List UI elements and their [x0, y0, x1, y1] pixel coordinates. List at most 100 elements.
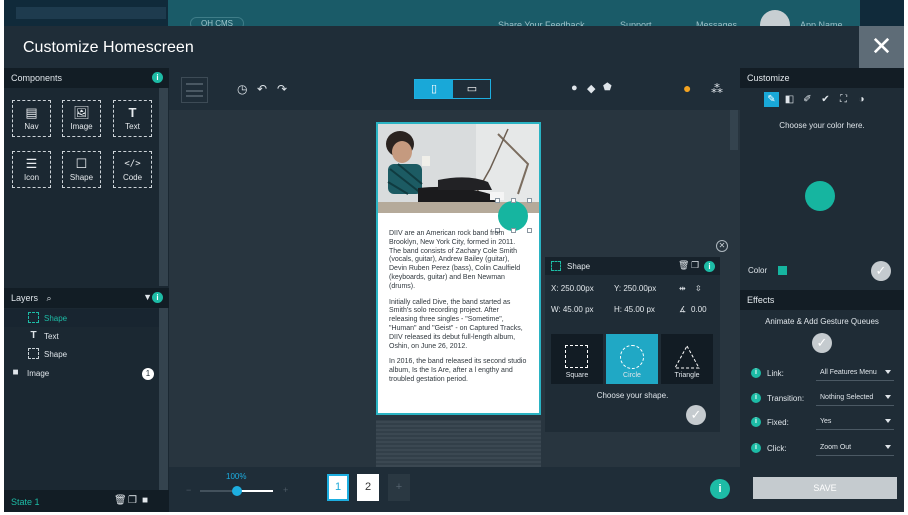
click-value: Zoom Out [820, 444, 852, 451]
components-title: Components [11, 73, 63, 83]
undo-icon[interactable]: ↶ [257, 82, 267, 96]
html5-icon[interactable]: ⬟ [603, 82, 612, 93]
link-select[interactable]: All Features Menu [816, 366, 894, 381]
info-icon[interactable]: i [751, 443, 761, 453]
layer-item-text[interactable]: T Text [4, 327, 159, 345]
canvas-scrollbar[interactable] [730, 110, 738, 150]
component-code[interactable]: </> Code [113, 151, 152, 188]
popover-close-button[interactable]: ✕ [716, 240, 728, 252]
paint-bucket-icon[interactable]: ◧ [782, 92, 797, 107]
layout-thumbnail[interactable] [181, 77, 208, 103]
zoom-out-icon[interactable]: − [186, 485, 191, 495]
help-icon[interactable]: i [710, 479, 730, 499]
state-label[interactable]: State 1 [11, 497, 40, 507]
text-icon: T [30, 330, 37, 341]
search-icon[interactable]: ⌕ [47, 293, 52, 303]
info-icon[interactable]: i [152, 292, 163, 303]
copy-icon[interactable]: ❐ [691, 260, 699, 271]
layers-scrollbar[interactable] [159, 308, 168, 491]
effects-title: Effects [747, 295, 775, 305]
selected-circle-shape[interactable] [498, 201, 528, 231]
flip-vertical-icon[interactable]: ⇳ [695, 284, 702, 293]
fixed-row: i Fixed: Yes [740, 412, 904, 434]
color-swatch[interactable] [778, 266, 787, 275]
click-select[interactable]: Zoom Out [816, 441, 894, 456]
flip-icon[interactable]: ⇹ [679, 284, 686, 293]
trash-icon[interactable]: 🗑 [678, 260, 689, 271]
folder-icon[interactable]: ■ [142, 495, 148, 506]
contrast-icon[interactable]: ◑ [854, 92, 869, 107]
confirm-color-button[interactable]: ✓ [871, 261, 891, 281]
customize-header: Customize [740, 68, 904, 88]
fixed-select[interactable]: Yes [816, 415, 894, 430]
info-icon[interactable]: i [751, 417, 761, 427]
apple-icon[interactable]: ● [571, 82, 578, 94]
phone-view-button[interactable]: ▯ [415, 80, 453, 98]
chat-icon[interactable]: ● [683, 80, 691, 96]
link-label: Link: [767, 369, 784, 378]
y-position-field[interactable]: Y: 250.00px [614, 284, 656, 293]
share-icon[interactable]: ⁂ [711, 82, 723, 96]
history-icon[interactable]: ◷ [237, 82, 247, 96]
check-icon: ✓ [875, 263, 887, 278]
page-button[interactable]: 2 [357, 474, 379, 501]
shape-icon [28, 312, 39, 323]
list-icon: ☰ [25, 156, 38, 171]
zoom-slider[interactable] [200, 486, 273, 496]
crop-icon[interactable]: ⛶ [836, 92, 851, 107]
close-button[interactable]: ✕ [859, 26, 904, 68]
component-image[interactable]: 🖼 Image [62, 100, 101, 137]
zoom-in-icon[interactable]: + [283, 485, 288, 495]
component-text[interactable]: T Text [113, 100, 152, 137]
component-icon[interactable]: ☰ Icon [12, 151, 51, 188]
transition-select[interactable]: Nothing Selected [816, 391, 894, 406]
layer-item-shape[interactable]: Shape [4, 345, 159, 363]
info-icon[interactable]: i [751, 393, 761, 403]
brush-icon[interactable]: ✐ [800, 92, 815, 107]
page-button[interactable]: 1 [327, 474, 349, 501]
layer-item-image[interactable]: ■ Image 1 [4, 364, 159, 382]
shape-option-label: Triangle [674, 372, 700, 379]
info-icon[interactable]: i [751, 368, 761, 378]
chevron-down-icon [885, 370, 891, 374]
shape-option-triangle[interactable]: Triangle [661, 334, 713, 384]
x-position-field[interactable]: X: 250.00px [551, 284, 594, 293]
filter-icon[interactable]: ▼ [143, 292, 152, 302]
trash-icon[interactable]: 🗑 [114, 495, 127, 506]
pen-icon[interactable]: ✔ [818, 92, 833, 107]
resize-handle[interactable] [511, 198, 516, 203]
android-icon[interactable]: ◆ [587, 82, 595, 95]
resize-handle[interactable] [495, 198, 500, 203]
component-nav[interactable]: ▤ Nav [12, 100, 51, 137]
tablet-view-button[interactable]: ▭ [453, 80, 491, 98]
height-field[interactable]: H: 45.00 px [614, 305, 655, 314]
info-icon[interactable]: i [152, 72, 163, 83]
shape-option-circle[interactable]: Circle [606, 334, 658, 384]
article-text[interactable]: DIIV are an American rock band from Broo… [389, 230, 529, 392]
shape-option-square[interactable]: Square [551, 334, 603, 384]
confirm-shape-button[interactable]: ✓ [686, 405, 706, 425]
text-icon: T [128, 105, 137, 120]
palette-icon[interactable]: ✎ [764, 92, 779, 107]
link-value: All Features Menu [820, 369, 877, 376]
shape-option-label: Circle [623, 372, 641, 379]
components-scrollbar[interactable] [159, 88, 168, 286]
rotation-field[interactable]: 0.00 [691, 305, 707, 314]
zoom-slider-handle[interactable] [232, 486, 242, 496]
info-icon[interactable]: i [704, 261, 715, 272]
component-shape[interactable]: ☐ Shape [62, 151, 101, 188]
redo-icon[interactable]: ↷ [277, 82, 287, 96]
save-button[interactable]: SAVE [753, 477, 897, 499]
copy-icon[interactable]: ❐ [128, 495, 137, 506]
width-field[interactable]: W: 45.00 px [551, 305, 594, 314]
add-page-button[interactable]: + [388, 474, 410, 501]
resize-handle[interactable] [527, 198, 532, 203]
phone-preview[interactable]: DIIV are an American rock band from Broo… [376, 122, 541, 415]
component-label: Code [122, 173, 143, 182]
link-row: i Link: All Features Menu [740, 363, 904, 385]
color-preview[interactable] [805, 181, 835, 211]
click-label: Click: [767, 444, 787, 453]
layer-item-shape[interactable]: Shape [4, 309, 159, 327]
confirm-effects-button[interactable]: ✓ [812, 333, 832, 353]
component-label: Shape [69, 173, 94, 182]
